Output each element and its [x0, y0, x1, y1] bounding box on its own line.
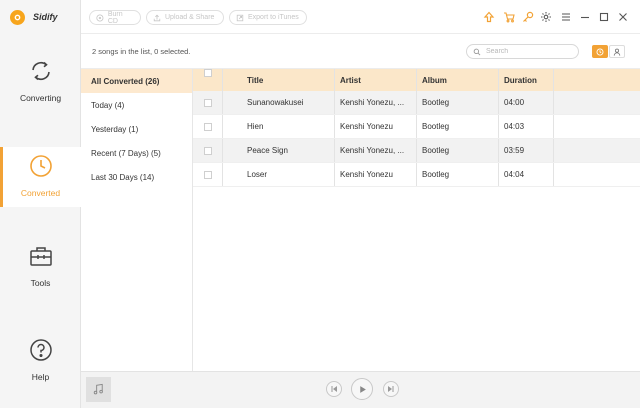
header-checkbox-cell: [193, 69, 222, 91]
nav-converted-label: Converted: [20, 188, 61, 198]
nav-tools[interactable]: Tools: [0, 243, 81, 303]
row-checkbox[interactable]: [203, 98, 212, 107]
row-checkbox-cell: [193, 122, 222, 131]
row-checkbox-cell: [193, 146, 222, 155]
export-itunes-button[interactable]: Export to iTunes: [229, 10, 307, 25]
cell-artist: Kenshi Yonezu, ...: [334, 139, 416, 162]
cart-icon[interactable]: [503, 11, 515, 23]
clock-icon: [29, 155, 52, 177]
next-button[interactable]: [383, 381, 399, 397]
table-row[interactable]: Hien Kenshi Yonezu Bootleg 04:03: [193, 115, 640, 139]
cell-artist: Kenshi Yonezu: [334, 163, 416, 186]
album-art-placeholder: [86, 377, 111, 402]
row-checkbox[interactable]: [203, 146, 212, 155]
burn-cd-button[interactable]: Burn CD: [89, 10, 141, 25]
table-row[interactable]: Peace Sign Kenshi Yonezu, ... Bootleg 03…: [193, 139, 640, 163]
row-checkbox[interactable]: [203, 122, 212, 131]
row-checkbox-cell: [193, 98, 222, 107]
filter-recent-7-days[interactable]: Recent (7 Days) (5): [81, 141, 192, 165]
cell-duration: 04:00: [498, 91, 554, 114]
upload-share-label: Upload & Share: [165, 14, 215, 21]
previous-button[interactable]: [326, 381, 342, 397]
cell-album: Bootleg: [416, 91, 498, 114]
upload-icon: [153, 14, 161, 21]
table-row[interactable]: Loser Kenshi Yonezu Bootleg 04:04: [193, 163, 640, 187]
next-icon: [388, 386, 394, 392]
nav-tools-label: Tools: [30, 278, 51, 288]
history-view-button[interactable]: [592, 45, 608, 58]
cell-album: Bootleg: [416, 115, 498, 138]
filter-today[interactable]: Today (4): [81, 93, 192, 117]
toolbox-icon: [29, 247, 52, 266]
app-name: Sidify: [33, 12, 58, 22]
play-icon: [359, 385, 366, 393]
date-filter-list: All Converted (26) Today (4) Yesterday (…: [81, 69, 193, 371]
table-row[interactable]: Sunanowakusei Kenshi Yonezu, ... Bootleg…: [193, 91, 640, 115]
header-album[interactable]: Album: [416, 69, 498, 91]
player-bar: [81, 371, 640, 408]
nav-converting-label: Converting: [19, 93, 62, 103]
nav-help-label: Help: [31, 372, 50, 382]
help-icon: [29, 339, 52, 361]
burn-cd-label: Burn CD: [107, 10, 123, 25]
cell-artist: Kenshi Yonezu, ...: [334, 91, 416, 114]
cell-album: Bootleg: [416, 163, 498, 186]
row-checkbox[interactable]: [203, 170, 212, 179]
cell-title: Sunanowakusei: [222, 91, 334, 114]
minimize-icon[interactable]: [579, 11, 591, 23]
close-icon[interactable]: [617, 11, 629, 23]
cell-duration: 03:59: [498, 139, 554, 162]
disc-icon: [96, 13, 104, 22]
user-icon: [613, 48, 621, 56]
clock-icon: [596, 48, 604, 55]
header-duration[interactable]: Duration: [498, 69, 554, 91]
header-title[interactable]: Title: [222, 69, 334, 91]
nav-help[interactable]: Help: [0, 337, 81, 397]
key-icon[interactable]: [522, 11, 534, 23]
songs-table: Title Artist Album Duration Sunanowakuse…: [193, 69, 640, 371]
search-input[interactable]: [486, 48, 576, 55]
toolbar: Burn CD Upload & Share Export to iTunes: [81, 0, 640, 34]
row-checkbox-cell: [193, 170, 222, 179]
previous-icon: [331, 386, 337, 392]
gear-icon[interactable]: [540, 11, 552, 23]
filter-yesterday[interactable]: Yesterday (1): [81, 117, 192, 141]
nav-converting[interactable]: Converting: [0, 58, 81, 118]
cell-title: Hien: [222, 115, 334, 138]
cell-album: Bootleg: [416, 139, 498, 162]
cell-duration: 04:04: [498, 163, 554, 186]
filter-all-converted[interactable]: All Converted (26): [81, 69, 192, 93]
brand: Sidify: [10, 9, 58, 25]
play-button[interactable]: [351, 378, 373, 400]
header-artist[interactable]: Artist: [334, 69, 416, 91]
search-icon: [473, 48, 481, 55]
status-row: 2 songs in the list, 0 selected.: [81, 34, 640, 69]
table-header: Title Artist Album Duration: [193, 69, 640, 91]
left-sidebar: Sidify Converting Converted Tools Help: [0, 0, 81, 408]
cell-title: Loser: [222, 163, 334, 186]
cell-artist: Kenshi Yonezu: [334, 115, 416, 138]
maximize-icon[interactable]: [598, 11, 610, 23]
export-itunes-label: Export to iTunes: [248, 14, 299, 21]
upload-share-button[interactable]: Upload & Share: [146, 10, 224, 25]
search-box[interactable]: [466, 44, 579, 59]
nav-converted[interactable]: Converted: [0, 147, 81, 207]
cell-duration: 04:03: [498, 115, 554, 138]
music-note-icon: [93, 383, 103, 395]
upgrade-arrow-icon[interactable]: [483, 11, 495, 23]
cell-title: Peace Sign: [222, 139, 334, 162]
artist-view-button[interactable]: [609, 45, 625, 58]
export-icon: [236, 14, 244, 21]
filter-last-30-days[interactable]: Last 30 Days (14): [81, 165, 192, 189]
select-all-checkbox[interactable]: [203, 69, 212, 77]
refresh-icon: [31, 61, 50, 81]
menu-icon[interactable]: [560, 11, 572, 23]
sidify-logo-icon: [10, 9, 25, 25]
selection-status: 2 songs in the list, 0 selected.: [92, 47, 191, 56]
